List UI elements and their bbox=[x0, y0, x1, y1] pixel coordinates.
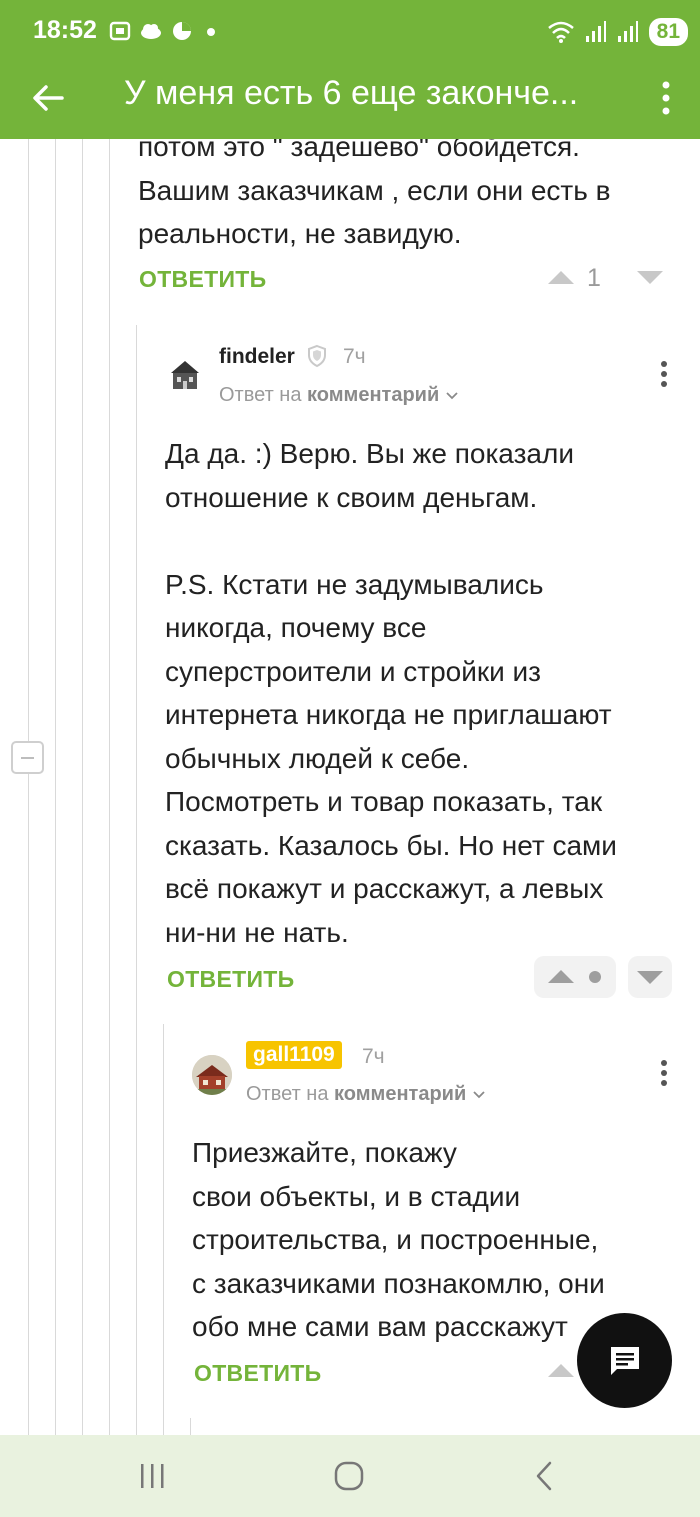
thread-line bbox=[82, 139, 83, 1435]
comment-text: Да да. :) Верю. Вы же показали отношение… bbox=[165, 438, 617, 948]
reply-to-prefix: Ответ на bbox=[219, 384, 302, 406]
home-icon[interactable] bbox=[329, 1459, 369, 1493]
status-bar: 18:52 81 bbox=[0, 0, 700, 66]
avatar-image bbox=[192, 1055, 232, 1095]
recent-apps-icon[interactable] bbox=[133, 1459, 173, 1493]
cloud-icon bbox=[141, 24, 161, 39]
upvote-icon[interactable] bbox=[548, 1364, 574, 1377]
thread-line bbox=[28, 139, 29, 1435]
status-right: 81 bbox=[547, 18, 688, 46]
thread-line bbox=[136, 325, 137, 1435]
username[interactable]: findeler bbox=[219, 345, 295, 369]
signal-icon bbox=[585, 21, 606, 42]
comments-fab[interactable] bbox=[577, 1313, 672, 1408]
username-badge[interactable]: gall1109 bbox=[246, 1041, 342, 1069]
back-nav-icon[interactable] bbox=[525, 1459, 565, 1493]
wifi-icon bbox=[547, 21, 574, 43]
comment-text: потом это " задешево" обойдется. Вашим з… bbox=[138, 131, 611, 249]
back-arrow-icon[interactable] bbox=[26, 76, 70, 120]
page-title: У меня есть 6 еще законче... bbox=[124, 74, 579, 112]
signal-icon bbox=[617, 21, 638, 42]
more-vert-icon[interactable] bbox=[660, 1059, 668, 1087]
reply-to-link[interactable]: комментарий bbox=[334, 1083, 466, 1105]
thread-line bbox=[190, 1418, 191, 1435]
thread-line bbox=[55, 139, 56, 1435]
chevron-down-icon bbox=[446, 392, 458, 400]
more-vert-icon[interactable] bbox=[658, 78, 674, 118]
downvote-pill[interactable] bbox=[628, 956, 672, 998]
vote-count: 1 bbox=[587, 264, 601, 292]
reply-button[interactable]: ОТВЕТИТЬ bbox=[139, 266, 266, 293]
pie-icon bbox=[173, 22, 191, 40]
avatar[interactable] bbox=[192, 1055, 232, 1095]
reply-to-link[interactable]: комментарий bbox=[307, 384, 439, 406]
app-header: 18:52 81 У меня есть 6 еще законче... bbox=[0, 0, 700, 139]
comment-time: 7ч bbox=[362, 1045, 385, 1068]
thread-line bbox=[109, 139, 110, 1435]
chevron-down-icon bbox=[473, 1091, 485, 1099]
reply-to-prefix: Ответ на bbox=[246, 1083, 329, 1105]
comment-time: 7ч bbox=[343, 345, 366, 368]
dot-icon bbox=[207, 28, 215, 36]
vote-dot-icon bbox=[589, 971, 601, 983]
reply-button[interactable]: ОТВЕТИТЬ bbox=[167, 966, 294, 993]
chat-icon bbox=[611, 1347, 639, 1375]
reply-to-line[interactable]: Ответ на комментарий bbox=[246, 1083, 486, 1106]
system-nav-bar bbox=[0, 1435, 700, 1517]
toolbar: У меня есть 6 еще законче... bbox=[0, 66, 700, 139]
downvote-icon[interactable] bbox=[637, 971, 663, 984]
vote-pill bbox=[534, 956, 616, 998]
reply-button[interactable]: ОТВЕТИТЬ bbox=[194, 1360, 321, 1387]
more-vert-icon[interactable] bbox=[660, 360, 668, 388]
battery-badge: 81 bbox=[648, 18, 688, 46]
avatar[interactable] bbox=[165, 355, 205, 395]
screenshot-icon bbox=[109, 21, 131, 41]
comment-text: Приезжайте, покажу свои объекты, и в ста… bbox=[192, 1137, 605, 1342]
upvote-icon[interactable] bbox=[548, 271, 574, 284]
reply-to-line[interactable]: Ответ на комментарий bbox=[219, 384, 459, 407]
upvote-icon[interactable] bbox=[548, 970, 574, 983]
status-time: 18:52 bbox=[33, 16, 97, 44]
shield-icon bbox=[308, 344, 326, 368]
downvote-icon[interactable] bbox=[637, 271, 663, 284]
thread-line bbox=[163, 1024, 164, 1435]
collapse-thread-button[interactable] bbox=[11, 741, 44, 774]
avatar-image bbox=[171, 361, 199, 389]
